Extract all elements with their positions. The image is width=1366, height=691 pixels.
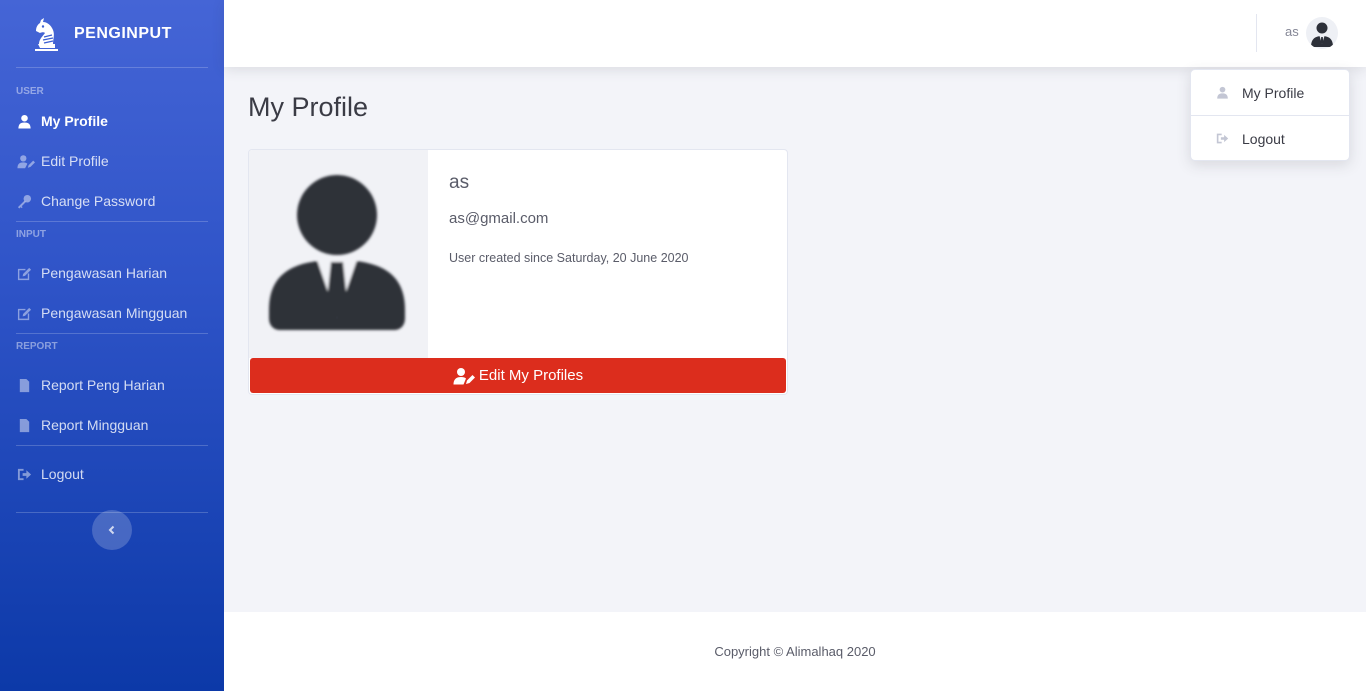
topbar: as [224,0,1366,67]
sign-out-icon [1216,133,1229,144]
key-icon [17,194,32,209]
topbar-divider [1256,14,1257,52]
user-silhouette-icon [269,175,405,330]
sidebar-heading-report: REPORT [16,341,58,352]
edit-icon [17,267,32,280]
page-title: My Profile [248,92,369,122]
user-icon [18,114,31,129]
footer-copyright: Copyright © Alimalhaq 2020 [714,644,876,659]
sidebar-item-label: Edit Profile [41,153,109,169]
edit-icon [17,307,32,320]
sidebar-item-label: Change Password [41,193,156,209]
sidebar-item-logout[interactable]: Logout [0,454,224,494]
dropdown-item-label: Logout [1242,130,1285,147]
sidebar-heading-input: INPUT [16,229,46,240]
sign-out-icon [17,468,32,480]
dropdown-item-logout[interactable]: Logout [1191,116,1349,161]
profile-name: as [449,172,470,193]
edit-profile-button[interactable]: Edit My Profiles [250,358,786,393]
footer: Copyright © Alimalhaq 2020 [224,612,1366,691]
sidebar-item-edit-profile[interactable]: Edit Profile [0,141,224,181]
sidebar-item-label: Pengawasan Harian [41,265,168,281]
sidebar-item-label: Pengawasan Mingguan [41,305,188,321]
user-dropdown-menu: My Profile Logout [1190,69,1350,161]
sidebar-item-label: Report Mingguan [41,417,149,433]
file-icon [19,378,30,392]
sidebar-divider [16,445,208,446]
sidebar-divider [16,67,208,68]
sidebar-item-my-profile[interactable]: My Profile [0,101,224,141]
sidebar-item-report-peng-harian[interactable]: Report Peng Harian [0,365,224,405]
user-edit-icon [453,367,475,384]
sidebar-heading-user: USER [16,86,44,97]
sidebar-toggle-button[interactable] [92,510,132,550]
profile-created-date: User created since Saturday, 20 June 202… [449,251,689,265]
sidebar-item-change-password[interactable]: Change Password [0,181,224,221]
file-icon [19,418,30,432]
topbar-user-name[interactable]: as [1285,24,1299,39]
profile-card: as as@gmail.com User created since Satur… [248,149,788,395]
avatar-silhouette [1311,22,1333,47]
sidebar-item-label: Logout [41,466,84,482]
chess-knight-icon [35,17,58,51]
sidebar: PENGINPUT USER My Profile Edit Profile C… [0,0,224,691]
sidebar-item-label: Report Peng Harian [41,377,165,393]
user-icon [1217,86,1228,99]
dropdown-item-label: My Profile [1242,84,1305,101]
user-avatar-icon[interactable] [1306,17,1338,49]
profile-email: as@gmail.com [449,210,549,227]
sidebar-item-pengawasan-mingguan[interactable]: Pengawasan Mingguan [0,293,224,333]
sidebar-divider [16,221,208,222]
edit-profile-button-label: Edit My Profiles [478,367,584,384]
sidebar-item-report-mingguan[interactable]: Report Mingguan [0,405,224,445]
dropdown-item-my-profile[interactable]: My Profile [1191,70,1349,115]
user-edit-icon [17,154,35,168]
brand-name: PENGINPUT [74,24,172,42]
sidebar-item-pengawasan-harian[interactable]: Pengawasan Harian [0,253,224,293]
chevron-left-icon [108,525,115,535]
brand[interactable]: PENGINPUT [0,0,224,67]
profile-image [249,150,428,358]
sidebar-divider [16,333,208,334]
sidebar-item-label: My Profile [41,113,108,129]
